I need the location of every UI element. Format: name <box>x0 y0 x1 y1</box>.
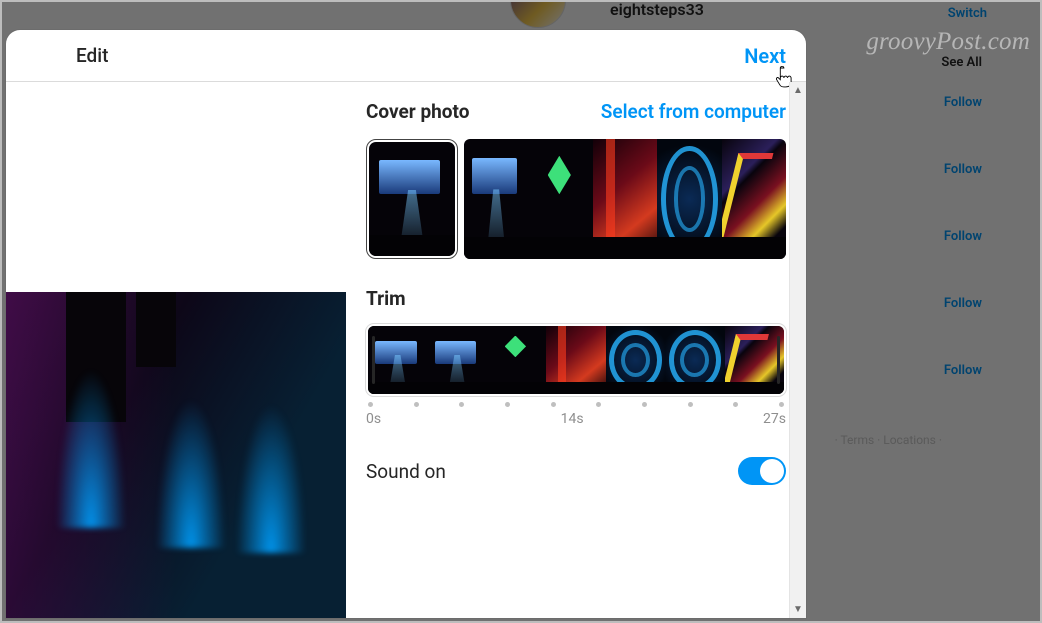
cover-frame-strip[interactable] <box>366 139 786 259</box>
select-from-computer-link[interactable]: Select from computer <box>601 100 786 123</box>
sound-on-label: Sound on <box>366 460 446 483</box>
trim-time-mid: 14s <box>561 411 584 427</box>
edit-controls-pane: Cover photo Select from computer Trim <box>346 82 806 618</box>
watermark: groovyPost.com <box>866 28 1030 56</box>
modal-header: Edit Next <box>6 30 806 82</box>
trim-handle-end[interactable] <box>777 336 780 384</box>
video-preview-pane <box>6 82 346 618</box>
cover-frame[interactable] <box>528 139 592 259</box>
trim-strip[interactable] <box>366 324 786 396</box>
trim-time-start: 0s <box>366 411 381 427</box>
cover-frame[interactable] <box>657 139 721 259</box>
cover-photo-heading: Cover photo <box>366 100 469 123</box>
scrollbar[interactable]: ▲ ▼ <box>789 82 806 618</box>
cover-frame-selected[interactable] <box>366 139 458 259</box>
trim-handle-start[interactable] <box>372 336 375 384</box>
cover-frame[interactable] <box>464 139 528 259</box>
cover-frame[interactable] <box>722 139 786 259</box>
modal-title: Edit <box>76 44 108 67</box>
edit-post-modal: Edit Next Cover photo Select from comput… <box>6 30 806 618</box>
trim-time-end: 27s <box>763 411 786 427</box>
sound-toggle[interactable] <box>738 457 786 485</box>
trim-heading: Trim <box>366 287 786 310</box>
scroll-down-icon[interactable]: ▼ <box>790 601 806 618</box>
next-button[interactable]: Next <box>744 44 786 68</box>
cover-frame[interactable] <box>593 139 657 259</box>
video-preview[interactable] <box>6 292 346 618</box>
scroll-up-icon[interactable]: ▲ <box>790 82 806 99</box>
